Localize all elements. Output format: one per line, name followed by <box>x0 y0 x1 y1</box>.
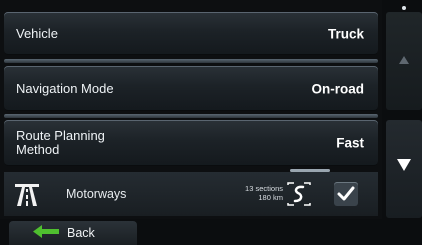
back-arrow-icon <box>33 225 59 243</box>
route-preview-icon[interactable] <box>286 182 312 206</box>
motorways-summary: 13 sections 180 km <box>245 184 283 202</box>
route-planning-label-line2: Method <box>16 142 60 157</box>
motorways-sections: 13 sections <box>245 184 283 193</box>
route-planning-setting-row[interactable]: Route Planning Method Fast <box>4 120 378 166</box>
motorways-label: Motorways <box>66 187 127 201</box>
vehicle-value: Truck <box>327 26 364 41</box>
navigation-mode-setting-row[interactable]: Navigation Mode On-road <box>4 66 378 111</box>
motorway-icon <box>14 181 40 207</box>
scroll-up-button[interactable] <box>386 12 422 110</box>
scroll-panel <box>386 0 422 241</box>
vehicle-setting-row[interactable]: Vehicle Truck <box>4 12 378 55</box>
route-planning-value: Fast <box>336 135 364 151</box>
back-label: Back <box>67 226 95 240</box>
navigation-mode-label: Navigation Mode <box>16 80 114 96</box>
navigation-mode-value: On-road <box>311 81 365 96</box>
row-divider <box>4 59 378 63</box>
scroll-position-dot <box>402 6 406 10</box>
back-button[interactable]: Back <box>9 221 137 245</box>
motorways-checkbox[interactable] <box>334 182 358 206</box>
scroll-down-icon <box>397 159 411 171</box>
row-divider <box>4 114 378 118</box>
motorways-setting-row[interactable]: Motorways 13 sections 180 km <box>4 172 378 216</box>
route-planning-label: Route Planning Method <box>16 129 105 157</box>
scroll-up-icon <box>399 56 409 64</box>
settings-list: Vehicle Truck Navigation Mode On-road Ro… <box>0 0 382 241</box>
motorways-distance: 180 km <box>258 193 283 202</box>
route-planning-label-line1: Route Planning <box>16 128 105 143</box>
bottom-bar: Back <box>0 219 422 245</box>
scroll-down-button[interactable] <box>386 120 422 218</box>
vehicle-label: Vehicle <box>16 25 58 41</box>
